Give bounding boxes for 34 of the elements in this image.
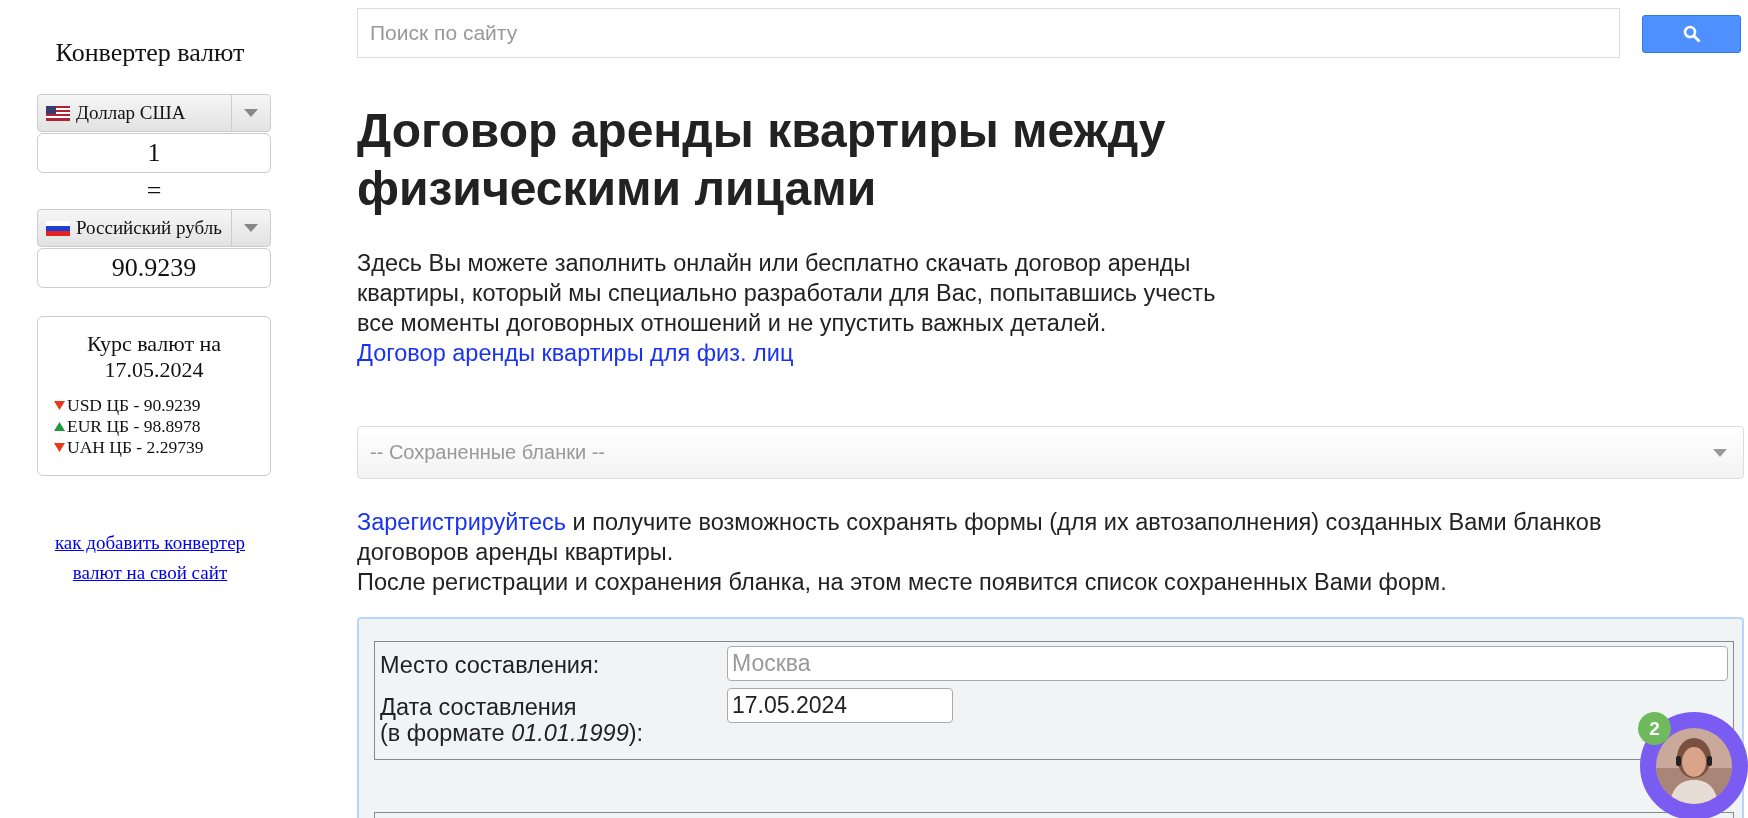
rates-title: Курс валют на 17.05.2024: [85, 331, 223, 383]
amount-field[interactable]: 1: [37, 133, 271, 173]
currency-select[interactable]: Доллар США: [37, 94, 271, 132]
converter-link[interactable]: как добавить конвертер валют на свой сайт: [35, 528, 265, 588]
caret-icon: [244, 109, 258, 117]
form-field[interactable]: Москва: [727, 646, 1728, 681]
register-note: После регистрации и сохранения бланка, на этом месте появится список сохраненных Вами форм.: [357, 568, 1448, 597]
contract-link[interactable]: Договор аренды квартиры для физ. лиц: [357, 338, 794, 368]
currency-name: Доллар США: [76, 102, 187, 124]
field-label: Место составления:: [380, 651, 601, 678]
flag-icon: [46, 105, 70, 121]
register-text: Зарегистрируйтесь и получите возможность сохранять формы (для их автозаполнения) созданных Вами бланков договоров аренды квартиры.: [357, 508, 1603, 567]
field-label: Дата составления (в формате 01.01.1999):: [380, 693, 645, 746]
caret-icon: [244, 224, 258, 232]
search-field[interactable]: Поиск по сайту: [357, 8, 1620, 58]
currency-select[interactable]: Российский рубль: [37, 209, 271, 247]
converter-title: Конвертер валют: [54, 38, 246, 68]
up-triangle-icon: [54, 422, 65, 431]
result-field[interactable]: 90.9239: [37, 248, 271, 288]
caret-icon: [1713, 448, 1727, 457]
currency-name: Российский рубль: [76, 217, 223, 239]
register-link[interactable]: Зарегистрируйтесь: [357, 509, 567, 535]
search-icon: [1682, 25, 1701, 43]
rate-text: EUR ЦБ - 98.8978: [67, 416, 201, 437]
page-heading: Договор аренды квартиры между физическими лицами: [357, 103, 1167, 217]
equals-sign: =: [145, 175, 163, 207]
down-triangle-icon: [54, 443, 65, 452]
search-button[interactable]: [1642, 15, 1741, 53]
down-triangle-icon: [54, 401, 65, 410]
form-field[interactable]: 17.05.2024: [727, 688, 953, 723]
flag-icon: [46, 220, 70, 236]
rate-text: USD ЦБ - 90.9239: [67, 395, 201, 416]
intro-text: Здесь Вы можете заполнить онлайн или бесплатно скачать договор аренды квартиры, который мы специально разработали для Вас, попытавшись учесть все моменты договорных отношений и не упустить важных деталей.: [357, 249, 1217, 338]
rate-text: UAH ЦБ - 2.29739: [67, 437, 204, 458]
